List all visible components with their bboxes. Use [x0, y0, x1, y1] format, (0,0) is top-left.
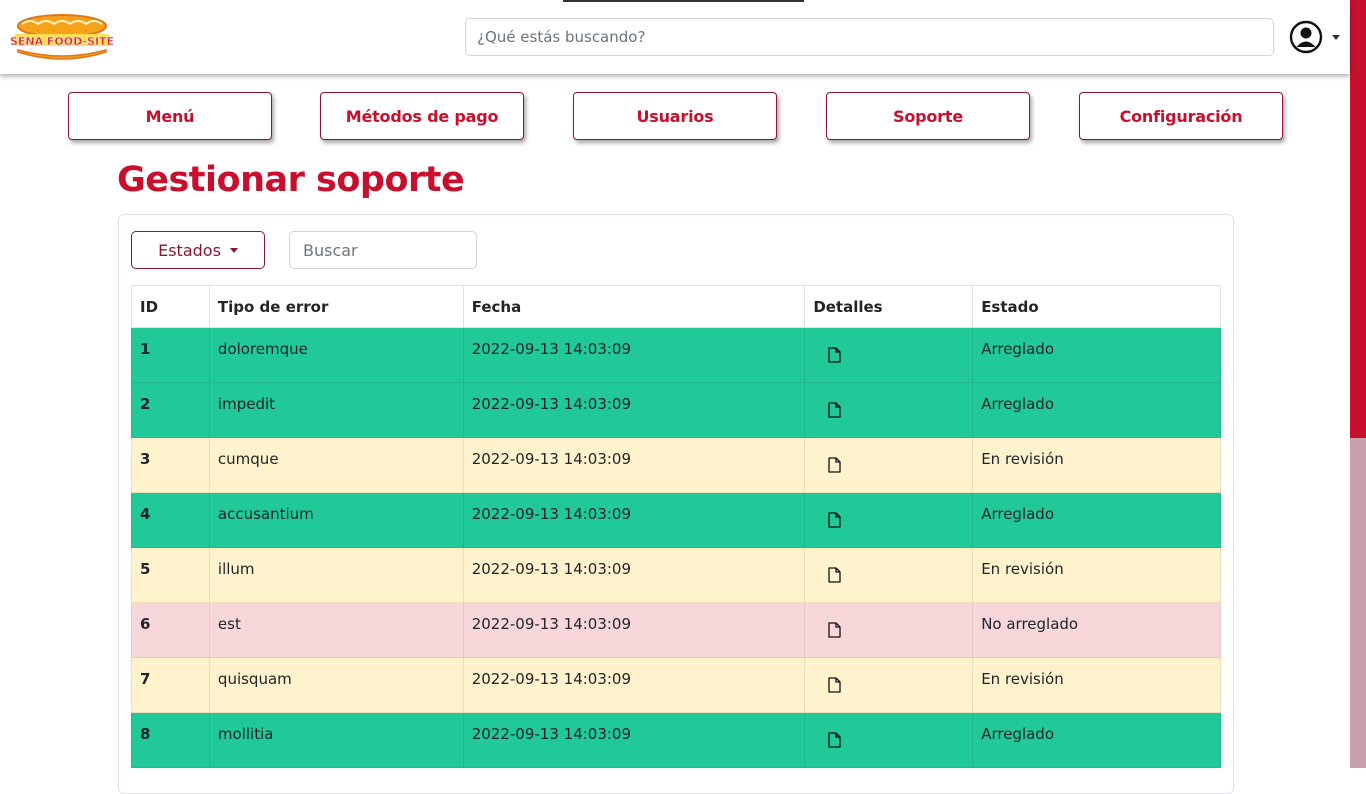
- table-row: 5 illum 2022-09-13 14:03:09 En revisión: [131, 547, 1221, 603]
- cell-error-type: impedit: [208, 382, 464, 438]
- nav-users-button[interactable]: Usuarios: [573, 92, 777, 140]
- top-indicator: [563, 0, 804, 2]
- user-menu-button[interactable]: [1289, 20, 1343, 54]
- status-filter-dropdown[interactable]: Estados: [131, 231, 265, 269]
- cell-error-type: est: [208, 602, 464, 658]
- table-row: 1 doloremque 2022-09-13 14:03:09 Arreglado: [131, 327, 1221, 383]
- document-icon[interactable]: [827, 677, 841, 697]
- column-header-status[interactable]: Estado: [972, 285, 1221, 328]
- support-table: ID Tipo de error Fecha Detalles Estado 1…: [131, 285, 1221, 768]
- nav-settings-button[interactable]: Configuración: [1079, 92, 1283, 140]
- cell-details: [804, 327, 974, 383]
- cell-error-type: mollitia: [208, 712, 464, 768]
- document-icon[interactable]: [827, 622, 841, 642]
- column-header-date[interactable]: Fecha: [462, 285, 806, 328]
- table-row: 8 mollitia 2022-09-13 14:03:09 Arreglado: [131, 712, 1221, 768]
- cell-date: 2022-09-13 14:03:09: [462, 657, 806, 713]
- table-row: 7 quisquam 2022-09-13 14:03:09 En revisión: [131, 657, 1221, 713]
- cell-id: 7: [131, 657, 210, 713]
- cell-id: 6: [131, 602, 210, 658]
- chevron-down-icon: [229, 247, 238, 253]
- cell-details: [804, 437, 974, 493]
- cell-error-type: quisquam: [208, 657, 464, 713]
- user-circle-icon: [1289, 20, 1323, 54]
- cell-error-type: cumque: [208, 437, 464, 493]
- nav-menu-button[interactable]: Menú: [68, 92, 272, 140]
- cell-details: [804, 657, 974, 713]
- column-header-details[interactable]: Detalles: [804, 285, 974, 328]
- nav-support-button[interactable]: Soporte: [826, 92, 1030, 140]
- table-row: 2 impedit 2022-09-13 14:03:09 Arreglado: [131, 382, 1221, 438]
- document-icon[interactable]: [827, 512, 841, 532]
- cell-status: Arreglado: [972, 492, 1221, 548]
- top-bar: SENA FOOD-SITE: [0, 0, 1350, 74]
- scrollbar-thumb[interactable]: [1350, 0, 1366, 438]
- document-icon[interactable]: [827, 567, 841, 587]
- document-icon[interactable]: [827, 402, 841, 422]
- column-header-id[interactable]: ID: [131, 285, 210, 328]
- table-row: 6 est 2022-09-13 14:03:09 No arreglado: [131, 602, 1221, 658]
- cell-date: 2022-09-13 14:03:09: [462, 547, 806, 603]
- cell-status: En revisión: [972, 437, 1221, 493]
- svg-text:SENA FOOD-SITE: SENA FOOD-SITE: [10, 35, 114, 48]
- cell-status: Arreglado: [972, 327, 1221, 383]
- column-header-error-type[interactable]: Tipo de error: [208, 285, 464, 328]
- cell-id: 2: [131, 382, 210, 438]
- cell-id: 4: [131, 492, 210, 548]
- table-search-input[interactable]: [289, 231, 477, 269]
- document-icon[interactable]: [827, 457, 841, 477]
- nav-payment-methods-button[interactable]: Métodos de pago: [320, 92, 524, 140]
- cell-id: 3: [131, 437, 210, 493]
- cell-status: Arreglado: [972, 382, 1221, 438]
- cell-date: 2022-09-13 14:03:09: [462, 437, 806, 493]
- cell-date: 2022-09-13 14:03:09: [462, 602, 806, 658]
- cell-status: Arreglado: [972, 712, 1221, 768]
- cell-details: [804, 382, 974, 438]
- cell-status: No arreglado: [972, 602, 1221, 658]
- table-row: 3 cumque 2022-09-13 14:03:09 En revisión: [131, 437, 1221, 493]
- cell-id: 5: [131, 547, 210, 603]
- cell-id: 8: [131, 712, 210, 768]
- cell-details: [804, 602, 974, 658]
- table-row: 4 accusantium 2022-09-13 14:03:09 Arreglado: [131, 492, 1221, 548]
- cell-error-type: accusantium: [208, 492, 464, 548]
- document-icon[interactable]: [827, 732, 841, 752]
- site-logo[interactable]: SENA FOOD-SITE: [10, 12, 114, 60]
- cell-error-type: doloremque: [208, 327, 464, 383]
- cell-error-type: illum: [208, 547, 464, 603]
- cell-date: 2022-09-13 14:03:09: [462, 382, 806, 438]
- document-icon[interactable]: [827, 347, 841, 367]
- cell-status: En revisión: [972, 547, 1221, 603]
- status-filter-label: Estados: [158, 240, 221, 260]
- table-header-row: ID Tipo de error Fecha Detalles Estado: [131, 285, 1221, 328]
- cell-details: [804, 712, 974, 768]
- cell-details: [804, 492, 974, 548]
- cell-date: 2022-09-13 14:03:09: [462, 492, 806, 548]
- chevron-down-icon: [1332, 35, 1340, 40]
- cell-details: [804, 547, 974, 603]
- cell-date: 2022-09-13 14:03:09: [462, 327, 806, 383]
- cell-id: 1: [131, 327, 210, 383]
- cell-status: En revisión: [972, 657, 1221, 713]
- search-input[interactable]: [465, 18, 1274, 56]
- page-title: Gestionar soporte: [117, 160, 465, 200]
- cell-date: 2022-09-13 14:03:09: [462, 712, 806, 768]
